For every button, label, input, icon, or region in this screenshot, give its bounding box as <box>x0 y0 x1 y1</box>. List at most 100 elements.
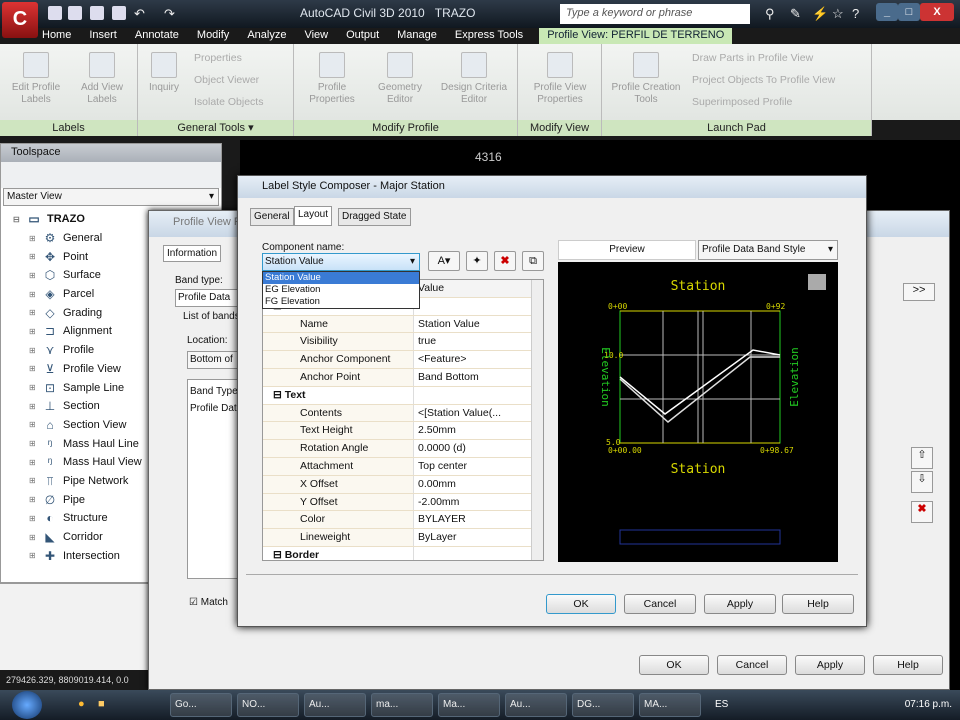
delete-component-icon[interactable]: ✖ <box>494 251 516 271</box>
property-row[interactable]: Y Offset -2.00mm <box>263 493 543 512</box>
property-value[interactable]: Station Value <box>413 315 543 333</box>
tab-insert[interactable]: Insert <box>87 28 119 44</box>
profile-view-properties-button[interactable]: Profile View Properties <box>524 52 596 106</box>
apply-button[interactable]: Apply <box>795 655 865 675</box>
band-type-select[interactable]: Profile Data <box>175 289 245 307</box>
property-value[interactable]: 2.50mm <box>413 422 543 440</box>
property-row[interactable]: Attachment Top center <box>263 457 543 476</box>
help-icon[interactable]: ? <box>852 6 859 21</box>
property-value[interactable]: 0.00mm <box>413 475 543 493</box>
undo-icon[interactable]: ↶ <box>134 6 145 22</box>
property-value[interactable]: true <box>413 333 543 351</box>
property-category[interactable]: ⊟ Border <box>263 546 543 560</box>
tab-express-tools[interactable]: Express Tools <box>453 28 525 44</box>
apply-button[interactable]: Apply <box>704 594 776 614</box>
zoom-extents-icon[interactable] <box>808 274 826 290</box>
expand-button[interactable]: >> <box>903 283 935 301</box>
object-viewer-button[interactable]: Object Viewer <box>194 74 259 86</box>
tab-general[interactable]: General <box>250 208 294 226</box>
save-icon[interactable] <box>90 6 104 20</box>
expand-icon[interactable]: ⊞ <box>29 476 37 485</box>
expand-icon[interactable]: ⊞ <box>29 514 37 523</box>
property-category[interactable]: ⊟ Text <box>263 386 543 405</box>
property-row[interactable]: Color BYLAYER <box>263 511 543 530</box>
property-value[interactable]: ByLayer <box>413 529 543 546</box>
binoculars-icon[interactable]: ⚲ <box>765 6 775 22</box>
property-row[interactable]: Anchor Point Band Bottom <box>263 368 543 387</box>
language-indicator[interactable]: ES <box>715 699 728 710</box>
print-icon[interactable] <box>112 6 126 20</box>
option-fg-elevation[interactable]: FG Elevation <box>263 296 419 308</box>
expand-icon[interactable]: ⊞ <box>29 252 37 261</box>
cancel-button[interactable]: Cancel <box>717 655 787 675</box>
expand-icon[interactable]: ⊞ <box>29 439 37 448</box>
favorites-icon[interactable]: ☆ <box>832 6 844 22</box>
move-down-icon[interactable]: ⇩ <box>911 471 933 493</box>
communication-icon[interactable]: ⚡ <box>812 6 828 22</box>
profile-creation-tools-button[interactable]: Profile Creation Tools <box>606 52 686 106</box>
expand-icon[interactable]: ⊞ <box>29 551 37 560</box>
option-station-value[interactable]: Station Value <box>263 272 419 284</box>
expand-icon[interactable]: ⊞ <box>29 420 37 429</box>
expand-icon[interactable]: ⊞ <box>29 290 37 299</box>
taskbar-item[interactable]: Ma... <box>438 693 500 717</box>
tab-analyze[interactable]: Analyze <box>245 28 288 44</box>
general-tools-dropdown[interactable]: General Tools ▾ <box>138 120 293 136</box>
properties-button[interactable]: Properties <box>194 52 242 64</box>
tab-manage[interactable]: Manage <box>395 28 439 44</box>
tab-view[interactable]: View <box>302 28 330 44</box>
expand-icon[interactable]: ⊞ <box>29 346 37 355</box>
help-button[interactable]: Help <box>782 594 854 614</box>
expand-icon[interactable]: ⊞ <box>29 327 37 336</box>
option-eg-elevation[interactable]: EG Elevation <box>263 284 419 296</box>
property-value[interactable]: 0.0000 (d) <box>413 440 543 457</box>
expand-icon[interactable]: ⊞ <box>29 364 37 373</box>
property-value[interactable]: -2.00mm <box>413 493 543 511</box>
expand-icon[interactable]: ⊞ <box>29 533 37 542</box>
taskbar-item[interactable]: NO... <box>237 693 299 717</box>
tab-output[interactable]: Output <box>344 28 381 44</box>
tab-dragged-state[interactable]: Dragged State <box>338 208 411 226</box>
property-value[interactable]: Band Bottom <box>413 368 543 386</box>
taskbar-item[interactable]: Go... <box>170 693 232 717</box>
edit-profile-labels-button[interactable]: Edit Profile Labels <box>6 52 66 106</box>
component-draw-order-icon[interactable]: ⧉ <box>522 251 544 271</box>
expand-icon[interactable]: ⊞ <box>29 402 37 411</box>
taskbar-item[interactable]: DG... <box>572 693 634 717</box>
taskbar-item[interactable]: MA... <box>639 693 701 717</box>
project-objects-button[interactable]: Project Objects To Profile View <box>692 74 835 86</box>
expand-icon[interactable]: ⊞ <box>29 234 37 243</box>
new-icon[interactable] <box>48 6 62 20</box>
copy-component-icon[interactable]: ✦ <box>466 251 488 271</box>
property-value[interactable]: Top center <box>413 457 543 475</box>
clock[interactable]: 07:16 p.m. <box>905 699 952 710</box>
tab-information[interactable]: Information <box>163 245 222 262</box>
property-row[interactable]: Name Station Value <box>263 315 543 334</box>
property-row[interactable]: X Offset 0.00mm <box>263 475 543 494</box>
add-view-labels-button[interactable]: Add View Labels <box>72 52 132 106</box>
expand-icon[interactable]: ⊞ <box>29 271 37 280</box>
minimize-button[interactable]: _ <box>876 3 898 21</box>
property-value[interactable] <box>413 297 543 315</box>
match-checkbox[interactable]: ☑ Match <box>189 597 228 608</box>
property-row[interactable]: Text Height 2.50mm <box>263 422 543 441</box>
tab-annotate[interactable]: Annotate <box>133 28 181 44</box>
close-button[interactable]: X <box>920 3 954 21</box>
cancel-button[interactable]: Cancel <box>624 594 696 614</box>
expand-icon[interactable]: ⊞ <box>29 308 37 317</box>
property-value[interactable] <box>413 546 543 560</box>
ok-button[interactable]: OK <box>546 594 616 614</box>
move-up-icon[interactable]: ⇧ <box>911 447 933 469</box>
application-menu-button[interactable]: C <box>2 2 38 38</box>
ok-button[interactable]: OK <box>639 655 709 675</box>
isolate-objects-button[interactable]: Isolate Objects <box>194 96 263 108</box>
preview-style-select[interactable]: Profile Data Band Style ▾ <box>698 240 838 260</box>
tab-home[interactable]: Home <box>40 28 73 44</box>
expand-icon[interactable]: ⊞ <box>29 458 37 467</box>
superimposed-profile-button[interactable]: Superimposed Profile <box>692 96 792 108</box>
property-row[interactable]: Contents <[Station Value(... <box>263 404 543 423</box>
property-row[interactable]: Rotation Angle 0.0000 (d) <box>263 440 543 458</box>
master-view-select[interactable]: Master View ▾ <box>3 188 219 206</box>
property-grid-scrollbar[interactable] <box>531 280 543 560</box>
quicklaunch-icon[interactable]: ■ <box>98 698 105 710</box>
